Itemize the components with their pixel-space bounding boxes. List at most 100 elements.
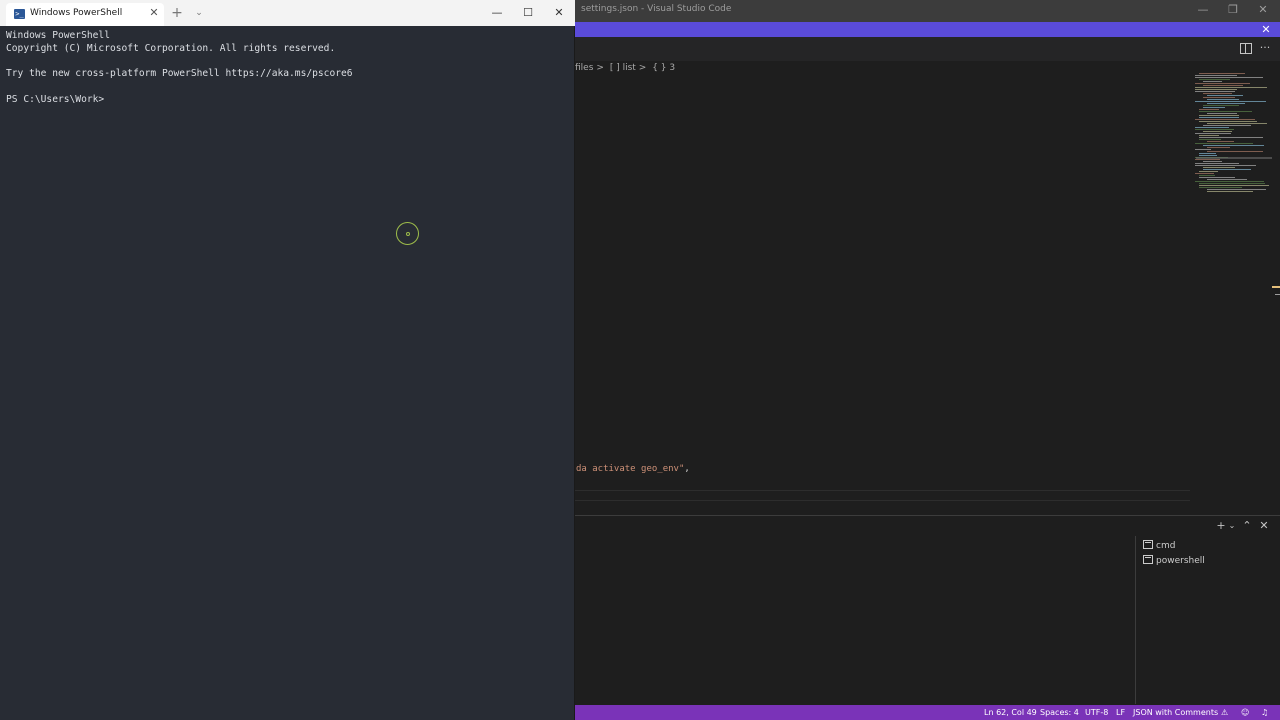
terminal-list-item[interactable]: cmd [1143,540,1175,554]
minimap-line [1207,147,1230,148]
terminal-line: Copyright (C) Microsoft Corporation. All… [6,42,336,54]
terminal-tab[interactable]: >_ Windows PowerShell ✕ [6,3,164,26]
close-panel-icon[interactable]: ✕ [1257,519,1271,533]
minimap-line [1203,81,1222,82]
status-eol[interactable]: LF [1116,706,1125,719]
minimap-line [1195,133,1231,134]
notification-close-icon[interactable]: ✕ [1258,22,1274,37]
code-line[interactable]: da activate geo_env", [576,464,690,474]
scrollbar-marker [1275,294,1280,295]
scrollbar-marker [1272,286,1280,288]
maximize-panel-icon[interactable]: ⌃ [1240,519,1254,533]
breadcrumb: files > [ ] list > { } 3 [575,63,678,75]
minimap-line [1199,153,1216,154]
minimap-line [1199,111,1252,112]
minimap-line [1199,171,1218,172]
minimap-line [1195,173,1214,174]
terminal-icon [1143,540,1153,549]
minimap-line [1199,115,1239,116]
status-language-mode[interactable]: JSON with Comments [1133,706,1218,719]
minimap-line [1207,113,1237,114]
vscode-minimize-button[interactable]: — [1188,0,1218,22]
breadcrumb-item[interactable]: { } 3 [652,63,675,73]
split-editor-icon[interactable] [1240,43,1252,54]
minimap-line [1195,75,1237,76]
breadcrumb-item[interactable]: files [575,63,593,73]
minimap-line [1195,159,1220,160]
minimap-line [1199,117,1239,118]
minimap-line [1195,163,1239,164]
minimap-line [1195,149,1211,150]
terminal-tab-label: Windows PowerShell [30,8,123,18]
minimap-line [1207,99,1239,100]
minimap-line [1207,141,1234,142]
minimap-line [1207,151,1263,152]
windows-terminal-window: >_ Windows PowerShell ✕ + ⌄ — ☐ ✕ Window… [0,0,575,720]
new-tab-button[interactable]: + [169,5,185,21]
bell-icon[interactable]: ♫ [1261,706,1268,719]
close-button[interactable]: ✕ [544,0,574,26]
terminal-list-label: powershell [1156,556,1205,566]
minimap-line [1199,139,1221,140]
minimap-line [1207,179,1247,180]
minimap-slider[interactable] [1196,157,1272,159]
warning-icon[interactable]: ⚠ [1221,706,1228,719]
status-encoding[interactable]: UTF-8 [1085,706,1108,719]
minimap-line [1203,169,1251,170]
chevron-down-icon[interactable]: ⌄ [1225,519,1239,533]
terminal-prompt: PS C:\Users\Work> [6,93,105,105]
status-cursor-position[interactable]: Ln 62, Col 49 [984,706,1037,719]
minimap-line [1195,165,1256,166]
minimap-line [1195,89,1237,90]
editor-divider [575,500,1190,501]
chevron-right-icon: > [638,63,647,73]
minimap-line [1199,137,1263,138]
minimap-line [1199,187,1242,188]
minimap-line [1195,127,1229,128]
minimap-line [1203,131,1232,132]
minimap-line [1207,191,1253,192]
breadcrumb-item[interactable]: [ ] list [610,63,636,73]
minimap-line [1203,107,1225,108]
minimap-line [1195,91,1235,92]
powershell-icon: >_ [14,9,25,19]
vscode-close-button[interactable]: ✕ [1248,0,1278,22]
terminal-line: Windows PowerShell [6,30,110,41]
close-tab-icon[interactable]: ✕ [148,6,160,20]
minimap-line [1207,95,1243,96]
vscode-restore-button[interactable]: ❐ [1218,0,1248,22]
minimap-line [1203,93,1232,94]
minimap-line [1199,177,1235,178]
vscode-window-title: settings.json - Visual Studio Code [581,4,732,14]
minimize-button[interactable]: — [482,0,512,26]
minimap-line [1203,167,1235,168]
minimap-line [1207,189,1266,190]
minimap-line [1203,85,1243,86]
terminal-list: cmd powershell [1135,536,1280,704]
maximize-button[interactable]: ☐ [513,0,543,26]
chevron-right-icon: > [596,63,604,73]
chevron-down-icon[interactable]: ⌄ [191,5,207,21]
more-actions-icon[interactable]: ··· [1258,40,1272,56]
terminal-line: Try the new cross-platform PowerShell ht… [6,68,353,80]
minimap-line [1195,119,1255,120]
minimap[interactable] [1195,73,1275,198]
minimap-line [1199,135,1219,136]
minimap-line [1195,77,1263,78]
minimap-line [1203,145,1264,146]
minimap-line [1199,183,1265,184]
feedback-icon[interactable]: ☺ [1241,706,1249,719]
minimap-line [1195,101,1266,102]
terminal-list-item[interactable]: powershell [1143,555,1205,569]
minimap-line [1199,175,1215,176]
minimap-line [1203,97,1235,98]
terminal-output[interactable]: Windows PowerShell Copyright (C) Microso… [6,30,566,107]
minimap-line [1195,143,1253,144]
minimap-line [1199,79,1230,80]
status-indentation[interactable]: Spaces: 4 [1040,706,1079,719]
minimap-line [1199,73,1245,74]
status-bar: Ln 62, Col 49 Spaces: 4 UTF-8 LF JSON wi… [575,705,1280,720]
minimap-line [1195,87,1267,88]
